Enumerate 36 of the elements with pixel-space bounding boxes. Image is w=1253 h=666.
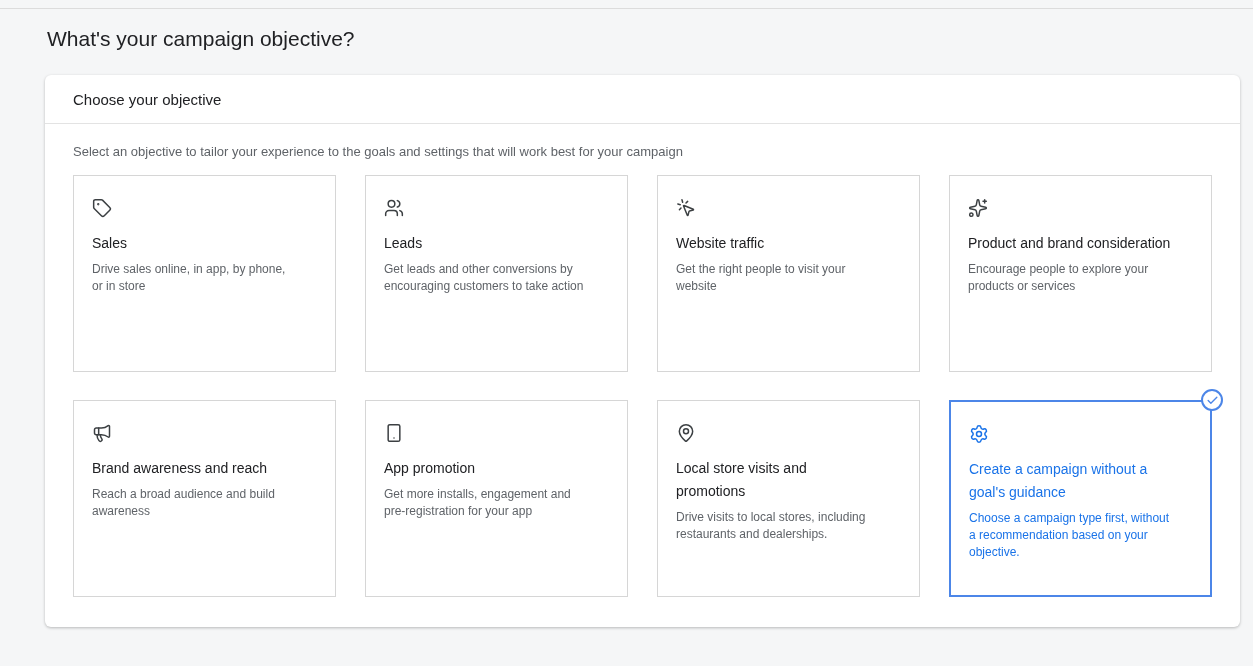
- objective-title: Brand awareness and reach: [92, 459, 269, 478]
- objective-description: Choose a campaign type first, without a recommendation based on your objective.: [969, 510, 1170, 561]
- objective-card[interactable]: App promotion Get more installs, engagement and pre-registration for your app: [365, 400, 628, 597]
- objective-description: Drive visits to local stores, including restaurants and dealerships.: [676, 509, 867, 543]
- objective-title: Sales: [92, 234, 129, 253]
- panel-title: Choose your objective: [73, 91, 222, 108]
- sparkle-icon: [968, 198, 988, 218]
- settings-icon: [969, 424, 989, 444]
- objective-title: Local store visits and promotions: [676, 459, 808, 501]
- objective-card[interactable]: Sales Drive sales online, in app, by phone, or in store: [73, 175, 336, 372]
- objective-description: Drive sales online, in app, by phone, or in store: [92, 261, 287, 295]
- objective-card[interactable]: Leads Get leads and other conversions by encouraging customers to take action: [365, 175, 628, 372]
- megaphone-icon: [92, 423, 112, 443]
- objective-card[interactable]: Brand awareness and reach Reach a broad audience and build awareness: [73, 400, 336, 597]
- objective-card[interactable]: Create a campaign without a goal's guidance Choose a campaign type first, without a recommendation based on your objective.: [949, 400, 1212, 597]
- panel-subtitle: Select an objective to tailor your experience to the goals and settings that will work best for your campaign: [73, 144, 684, 159]
- phone-icon: [384, 423, 404, 443]
- objective-description: Get leads and other conversions by encouraging customers to take action: [384, 261, 585, 295]
- objective-title: Product and brand consideration: [968, 234, 1171, 253]
- objective-description: Get the right people to visit your website: [676, 261, 847, 295]
- objective-card[interactable]: Product and brand consideration Encourage people to explore your products or services: [949, 175, 1212, 372]
- objective-description: Encourage people to explore your products or services: [968, 261, 1150, 295]
- objective-card[interactable]: Website traffic Get the right people to visit your website: [657, 175, 920, 372]
- page-title: What's your campaign objective?: [47, 27, 356, 51]
- people-icon: [384, 198, 404, 218]
- objective-title: Leads: [384, 234, 424, 253]
- objective-title: App promotion: [384, 459, 477, 478]
- cursor-icon: [676, 198, 696, 218]
- objective-title: Website traffic: [676, 234, 766, 253]
- objective-card[interactable]: Local store visits and promotions Drive visits to local stores, including restaurants and dealerships.: [657, 400, 920, 597]
- tag-icon: [92, 198, 112, 218]
- map-pin-icon: [676, 423, 696, 443]
- check-icon: [1201, 389, 1223, 411]
- objective-description: Get more installs, engagement and pre-registration for your app: [384, 486, 572, 520]
- objective-title: Create a campaign without a goal's guidance: [969, 460, 1149, 502]
- objective-description: Reach a broad audience and build awareness: [92, 486, 276, 520]
